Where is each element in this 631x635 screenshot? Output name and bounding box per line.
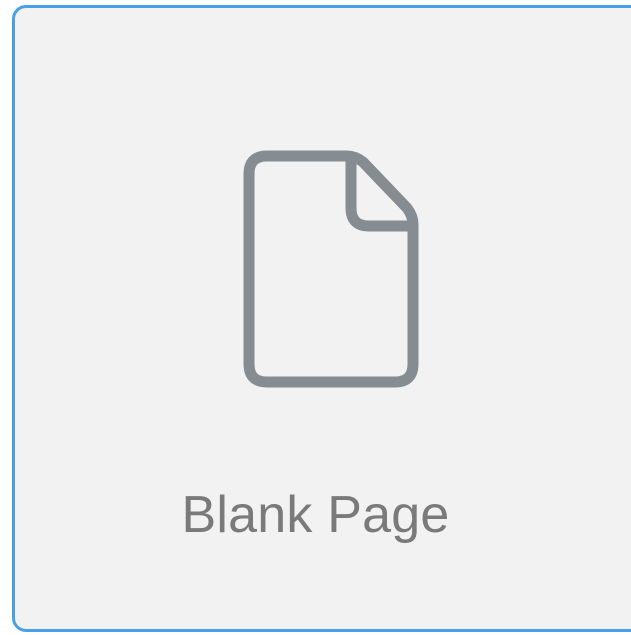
card-label: Blank Page [181,486,450,544]
blank-document-icon [239,146,423,388]
